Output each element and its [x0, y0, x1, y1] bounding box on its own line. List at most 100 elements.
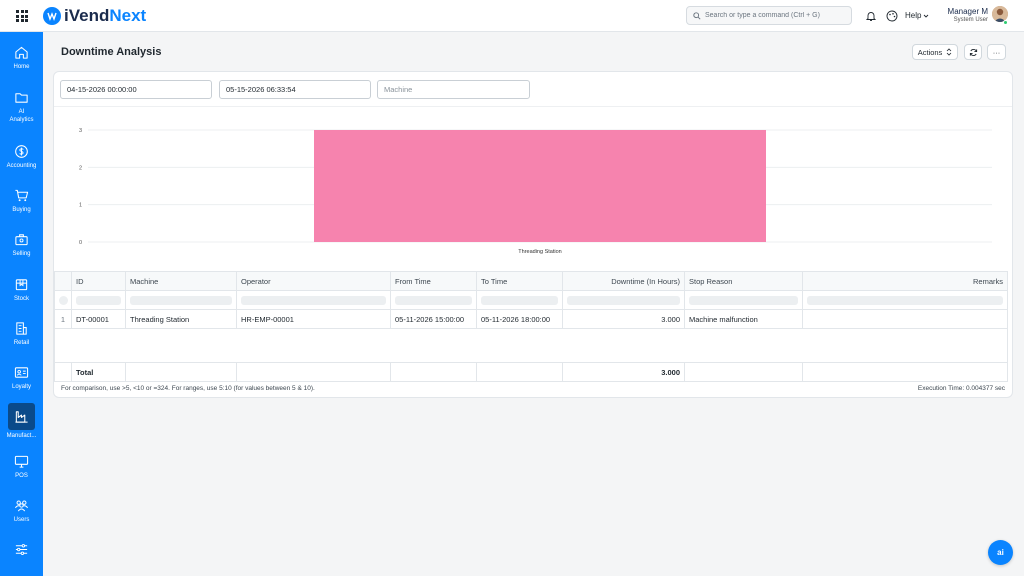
table-row[interactable]: 1 DT-00001 Threading Station HR-EMP-0000… [54, 309, 1008, 329]
cell-operator[interactable]: HR-EMP-00001 [236, 309, 391, 329]
sidebar-item-label: Loyalty [11, 384, 31, 390]
from-date-filter[interactable]: 04-15-2026 00:00:00 [60, 80, 212, 99]
downtime-filter-input[interactable] [562, 290, 685, 310]
from-time-filter-input[interactable] [390, 290, 477, 310]
total-row: Total 3.000 [54, 362, 1008, 382]
sidebar-item-label: AI Analytics [9, 109, 34, 123]
sidebar-item-home[interactable]: Home [0, 45, 43, 71]
total-downtime: 3.000 [562, 362, 685, 382]
monitor-icon [14, 455, 29, 468]
ai-assistant-button[interactable]: ai [988, 540, 1013, 565]
column-header-machine[interactable]: Machine [125, 271, 237, 291]
column-header-id[interactable]: ID [71, 271, 126, 291]
folder-icon [15, 93, 28, 103]
sidebar-item-label: Users [13, 517, 30, 523]
briefcase-icon [15, 234, 28, 246]
user-name: Manager M [947, 7, 988, 16]
more-options-button[interactable]: ··· [987, 44, 1006, 60]
palette-icon[interactable] [886, 10, 898, 22]
y-tick-label: 2 [79, 165, 82, 171]
filter-divider [54, 106, 1012, 107]
empty-spacer-row [54, 328, 1008, 363]
y-tick-label: 1 [79, 203, 82, 209]
column-header-stop-reason[interactable]: Stop Reason [684, 271, 803, 291]
sidebar-item-selling[interactable]: Selling [0, 232, 43, 258]
column-header-downtime[interactable]: Downtime (In Hours) [562, 271, 685, 291]
cell-stop-reason[interactable]: Machine malfunction [684, 309, 803, 329]
sidebar-item-retail[interactable]: Retail [0, 321, 43, 347]
execution-time: Execution Time: 0.004377 sec [917, 385, 1005, 392]
bell-icon[interactable] [865, 10, 877, 22]
cell-id[interactable]: DT-00001 [71, 309, 126, 329]
sidebar-item-label: POS [15, 473, 28, 479]
online-status-dot [1003, 20, 1008, 25]
cell-to-time[interactable]: 05-11-2026 18:00:00 [476, 309, 563, 329]
machine-filter-input[interactable] [125, 290, 237, 310]
rownum-filter-cell [54, 290, 72, 310]
cell-remarks[interactable] [802, 309, 1008, 329]
chevron-updown-icon [947, 48, 952, 56]
logo-mark-icon [43, 7, 61, 25]
sidebar: Home AI Analytics Accounting Buying Sell… [0, 32, 43, 576]
page-title: Downtime Analysis [61, 46, 162, 58]
machine-filter[interactable]: Machine [377, 80, 530, 99]
help-menu[interactable]: Help [905, 11, 929, 20]
column-filter-row [54, 290, 1008, 310]
sidebar-item-buying[interactable]: Buying [0, 188, 43, 214]
row-number: 1 [54, 309, 72, 329]
sidebar-item-label: Stock [13, 296, 29, 302]
sidebar-item-label: Accounting [6, 163, 37, 169]
chevron-down-icon [924, 14, 929, 18]
cell-downtime[interactable]: 3.000 [562, 309, 685, 329]
dollar-icon [15, 145, 28, 158]
operator-filter-input[interactable] [236, 290, 391, 310]
to-time-filter-input[interactable] [476, 290, 563, 310]
brand-name: iVendNext [64, 6, 147, 25]
search-input[interactable] [705, 12, 845, 19]
filter-help-note: For comparison, use >5, <10 or =324. For… [61, 385, 315, 392]
report-table: ID Machine Operator From Time To Time Do… [54, 271, 1008, 382]
home-icon [15, 46, 28, 59]
users-icon [15, 500, 28, 512]
search-bar[interactable] [686, 6, 852, 25]
cell-from-time[interactable]: 05-11-2026 15:00:00 [390, 309, 477, 329]
stop-reason-filter-input[interactable] [684, 290, 803, 310]
cart-icon [15, 189, 29, 202]
column-header-operator[interactable]: Operator [236, 271, 391, 291]
id-card-icon [14, 367, 29, 378]
app-grid-icon[interactable] [16, 10, 28, 22]
sidebar-item-loyalty[interactable]: Loyalty [0, 365, 43, 391]
factory-icon [15, 411, 28, 423]
sidebar-item-stock[interactable]: Stock [0, 277, 43, 303]
id-filter-input[interactable] [71, 290, 126, 310]
sidebar-item-accounting[interactable]: Accounting [0, 144, 43, 170]
sidebar-item-label: Retail [13, 340, 30, 346]
user-role: System User [953, 17, 988, 23]
total-rownum [54, 362, 72, 382]
sidebar-item-label: Buying [12, 207, 31, 213]
cell-machine[interactable]: Threading Station [125, 309, 237, 329]
user-info[interactable]: Manager M System User [944, 7, 988, 23]
bar [314, 130, 766, 242]
column-header-remarks[interactable]: Remarks [802, 271, 1008, 291]
downtime-bar-chart: 0 1 2 3 Threading Station [79, 128, 992, 255]
actions-button[interactable]: Actions [912, 44, 958, 60]
total-label: Total [71, 362, 126, 382]
store-icon [16, 322, 27, 335]
to-date-filter[interactable]: 05-15-2026 06:33:54 [219, 80, 371, 99]
refresh-button[interactable] [964, 44, 982, 60]
brand-logo[interactable]: iVendNext [43, 6, 146, 26]
sidebar-item-settings[interactable] [0, 542, 43, 557]
column-header-from-time[interactable]: From Time [390, 271, 477, 291]
sidebar-item-label: Home [13, 64, 30, 70]
sidebar-item-pos[interactable]: POS [0, 454, 43, 480]
top-navbar: iVendNext Help Manager M System User [0, 0, 1024, 32]
box-icon [15, 279, 28, 291]
remarks-filter-input[interactable] [802, 290, 1008, 310]
sidebar-item-label: Manufact... [6, 433, 37, 439]
y-tick-label: 0 [79, 240, 82, 246]
column-header-to-time[interactable]: To Time [476, 271, 563, 291]
sidebar-item-ai-analytics[interactable]: AI Analytics [0, 90, 43, 124]
sidebar-item-users[interactable]: Users [0, 498, 43, 524]
sidebar-item-manufacturing[interactable]: Manufact... [0, 403, 43, 440]
